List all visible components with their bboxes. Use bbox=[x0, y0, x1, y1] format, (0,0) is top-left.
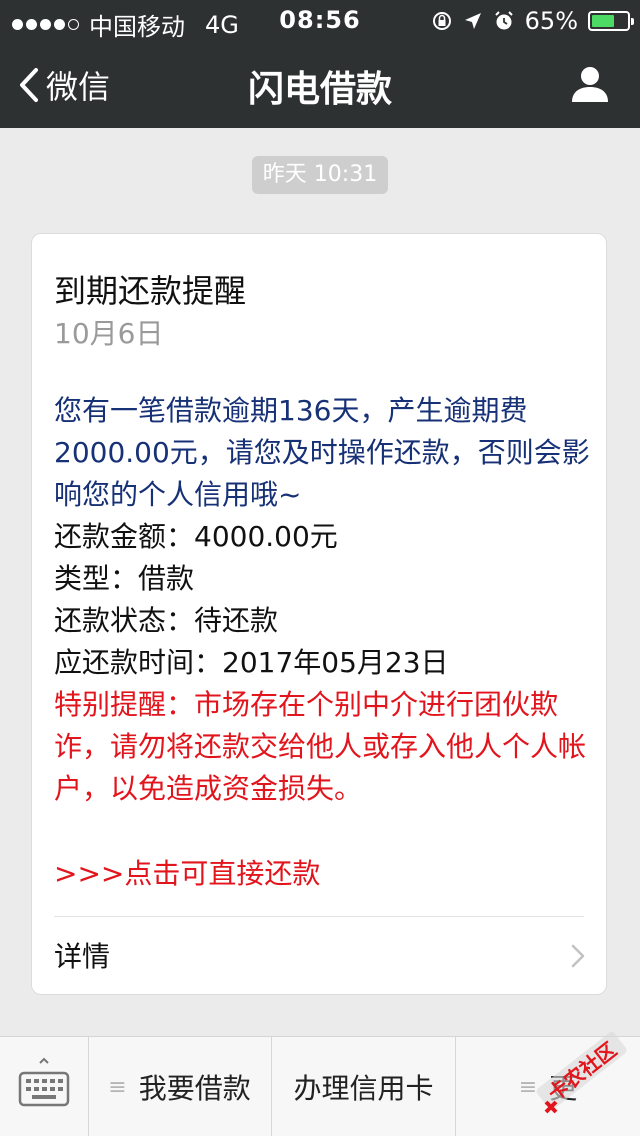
message-card[interactable]: 到期还款提醒 10月6日 您有一笔借款逾期136天，产生逾期费2000.00元，… bbox=[31, 233, 607, 995]
page-title: 闪电借款 bbox=[247, 69, 392, 110]
card-date: 10月6日 bbox=[54, 317, 164, 350]
due-date-line: 应还款时间：2017年05月23日 bbox=[54, 646, 449, 679]
chevron-right-icon bbox=[571, 944, 585, 968]
profile-button[interactable] bbox=[570, 64, 610, 108]
fraud-warning: 特别提醒：市场存在个别中介进行团伙欺诈，请勿将还款交给他人或存入他人个人帐户，以… bbox=[54, 688, 587, 805]
details-label: 详情 bbox=[54, 940, 111, 973]
message-timestamp: 昨天 10:31 bbox=[252, 156, 388, 194]
person-icon bbox=[572, 67, 608, 102]
menu-item-label: 办理信用卡 bbox=[293, 1072, 434, 1105]
menu-item-credit-card[interactable]: 办理信用卡 bbox=[272, 1037, 456, 1136]
svg-text:卡农社区: 卡农社区 bbox=[543, 1037, 621, 1105]
rotation-lock-icon bbox=[432, 12, 451, 30]
amount-line: 还款金额：4000.00元 bbox=[54, 520, 338, 553]
battery-percent: 65% bbox=[524, 7, 578, 35]
pay-now-link[interactable]: >>>点击可直接还款 bbox=[54, 852, 320, 892]
screen: 中国移动 4G 08:56 65% 微信 闪电借款 昨天 10:31 到期还款提… bbox=[0, 0, 640, 1136]
details-row[interactable]: 详情 bbox=[32, 917, 606, 995]
card-body: 您有一笔借款逾期136天，产生逾期费2000.00元，请您及时操作还款，否则会影… bbox=[54, 390, 594, 810]
location-arrow-icon bbox=[464, 13, 481, 29]
battery-icon bbox=[588, 11, 634, 31]
watermark-logo: 卡农社区 bbox=[536, 1031, 627, 1114]
status-bar: 中国移动 4G 08:56 65% bbox=[0, 0, 640, 41]
keyboard-icon bbox=[18, 1057, 70, 1107]
submenu-icon: ≡ bbox=[108, 1074, 127, 1100]
alarm-icon bbox=[494, 11, 513, 30]
status-line: 还款状态：待还款 bbox=[54, 604, 279, 637]
menu-item-borrow[interactable]: ≡ 我要借款 bbox=[88, 1037, 272, 1136]
menu-item-label: 我要借款 bbox=[138, 1072, 251, 1105]
card-title: 到期还款提醒 bbox=[54, 272, 247, 310]
keyboard-toggle-button[interactable] bbox=[0, 1037, 89, 1136]
status-right: 65% bbox=[431, 7, 634, 35]
nav-bar: 微信 闪电借款 bbox=[0, 40, 640, 128]
type-line: 类型：借款 bbox=[54, 562, 195, 595]
overdue-notice: 您有一笔借款逾期136天，产生逾期费2000.00元，请您及时操作还款，否则会影… bbox=[54, 394, 590, 511]
